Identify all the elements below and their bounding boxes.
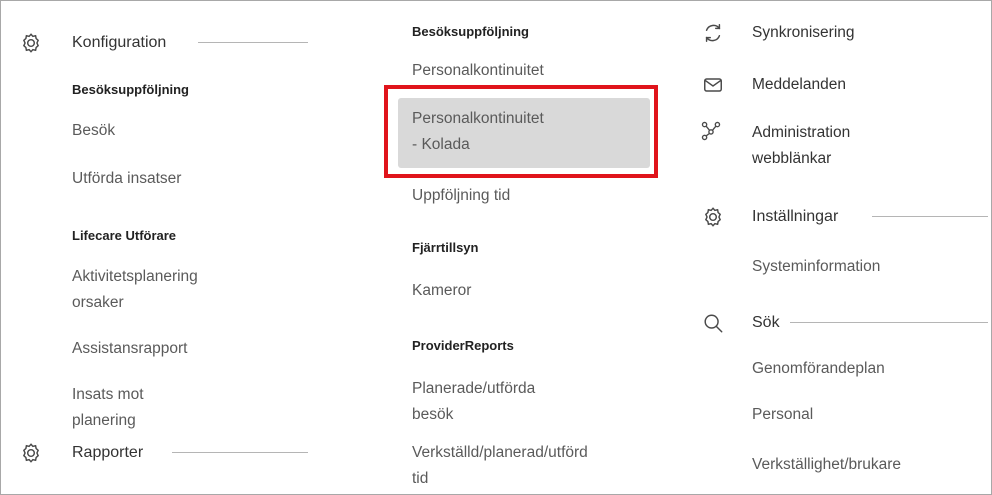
section-installningar: Inställningar [752,208,839,225]
group-lifecare-utforare: Lifecare Utförare [72,228,177,243]
link-line-1: Planerade/utförda [412,380,536,397]
link-utforda-insatser[interactable]: Utförda insatser [72,166,181,192]
link-line-2: webblänkar [752,150,832,167]
link-aktivitetsplanering-orsaker[interactable]: Aktivitetsplanering orsaker [72,264,198,316]
link-besok[interactable]: Besök [72,118,115,144]
group-providerreports: ProviderReports [412,338,514,353]
link-planerade-utforda-besok[interactable]: Planerade/utförda besök [412,376,535,428]
group-besoksuppfoljning-2: Besöksuppföljning [412,24,529,39]
group-fjarrtillsyn: Fjärrtillsyn [412,240,479,255]
link-insats-mot-planering[interactable]: Insats mot planering [72,382,144,434]
link-synkronisering[interactable]: Synkronisering [752,20,855,46]
link-line-2: tid [412,470,429,487]
section-konfiguration: Konfiguration [72,34,167,51]
divider [790,322,988,323]
link-line-1: Administration [752,124,851,141]
link-kameror[interactable]: Kameror [412,278,471,304]
link-systeminformation[interactable]: Systeminformation [752,254,880,280]
group-besoksuppfoljning: Besöksuppföljning [72,82,189,97]
link-administration-webblankar[interactable]: Administration webblänkar [752,120,850,172]
link-meddelanden[interactable]: Meddelanden [752,72,846,98]
link-line-2: planering [72,412,136,429]
link-assistansrapport[interactable]: Assistansrapport [72,336,187,362]
gear-icon [702,206,724,228]
highlight-box [384,85,658,178]
link-line-2: besök [412,406,454,423]
link-verkstallighet-brukare[interactable]: Verkställighet/brukare [752,452,901,478]
link-line-1: Aktivitetsplanering [72,268,198,285]
divider [172,452,308,453]
section-sok: Sök [752,314,780,331]
section-rapporter: Rapporter [72,444,144,461]
divider [198,42,308,43]
link-genomforandeplan[interactable]: Genomförandeplan [752,356,885,382]
divider [872,216,988,217]
link-uppfoljning-tid[interactable]: Uppföljning tid [412,183,510,209]
link-line-1: Insats mot [72,386,144,403]
gear-icon [20,32,42,54]
link-line-1: Verkställd/planerad/utförd [412,444,588,461]
link-personal[interactable]: Personal [752,402,813,428]
network-icon [700,120,722,142]
link-personalkontinuitet[interactable]: Personalkontinuitet [412,58,544,84]
gear-icon [20,442,42,464]
search-icon [702,312,724,334]
mail-icon [702,74,724,96]
link-line-2: orsaker [72,294,124,311]
sync-icon [702,22,724,44]
link-verkstalld-planerad-utford-tid[interactable]: Verkställd/planerad/utförd tid [412,440,588,492]
